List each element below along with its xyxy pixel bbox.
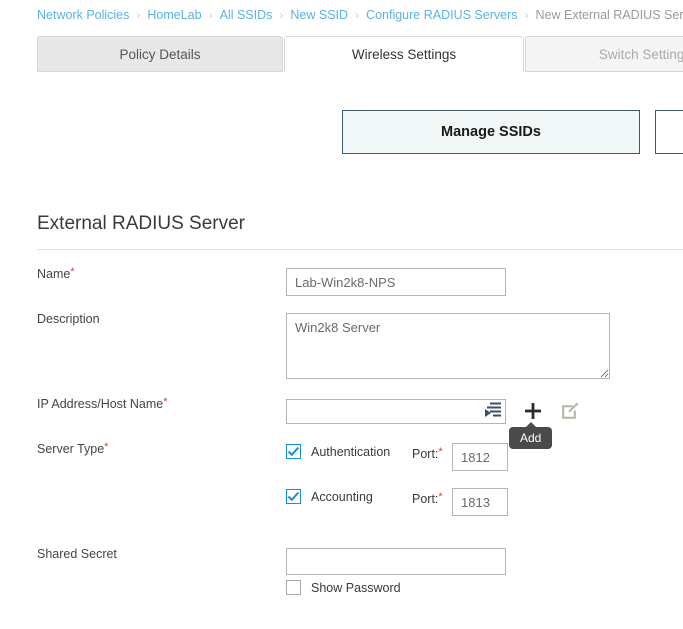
radius-server-form: Name* Description IP Address/Host Name*	[0, 0, 683, 629]
required-asterisk: *	[438, 491, 443, 503]
name-label-text: Name	[37, 267, 71, 281]
shared-secret-input[interactable]	[286, 548, 506, 575]
accounting-port-input[interactable]	[452, 488, 508, 516]
show-password-checkbox[interactable]	[286, 580, 301, 595]
accounting-checkbox[interactable]	[286, 489, 301, 504]
accounting-port-label: Port:*	[412, 491, 443, 507]
add-tooltip: Add	[509, 422, 553, 449]
show-password-label: Show Password	[311, 581, 401, 595]
edit-square-icon[interactable]	[560, 401, 580, 421]
required-asterisk: *	[438, 446, 443, 458]
name-label: Name*	[37, 266, 75, 282]
authentication-port-input[interactable]	[452, 443, 508, 471]
description-textarea[interactable]	[286, 313, 610, 379]
plus-icon[interactable]	[524, 401, 542, 421]
shared-secret-label: Shared Secret	[37, 547, 117, 561]
required-asterisk: *	[104, 441, 109, 453]
page-root: Network Policies › HomeLab › All SSIDs ›…	[0, 0, 683, 629]
list-select-icon[interactable]	[485, 402, 502, 422]
ip-address-input-wrap	[286, 399, 506, 424]
server-type-label-text: Server Type	[37, 442, 105, 456]
authentication-label: Authentication	[311, 445, 391, 459]
authentication-port-label: Port:*	[412, 446, 443, 462]
port-label-text: Port:	[412, 492, 439, 506]
name-input[interactable]	[286, 268, 506, 296]
ip-address-label-text: IP Address/Host Name	[37, 397, 164, 411]
description-label: Description	[37, 312, 100, 326]
authentication-checkbox[interactable]	[286, 444, 301, 459]
tooltip-caret-icon	[524, 422, 537, 428]
required-asterisk: *	[70, 266, 75, 278]
ip-address-label: IP Address/Host Name*	[37, 396, 168, 412]
ip-address-input[interactable]	[286, 399, 506, 424]
server-type-label: Server Type*	[37, 441, 109, 457]
accounting-label: Accounting	[311, 490, 373, 504]
required-asterisk: *	[163, 396, 168, 408]
tooltip-text: Add	[520, 431, 542, 445]
port-label-text: Port:	[412, 447, 439, 461]
